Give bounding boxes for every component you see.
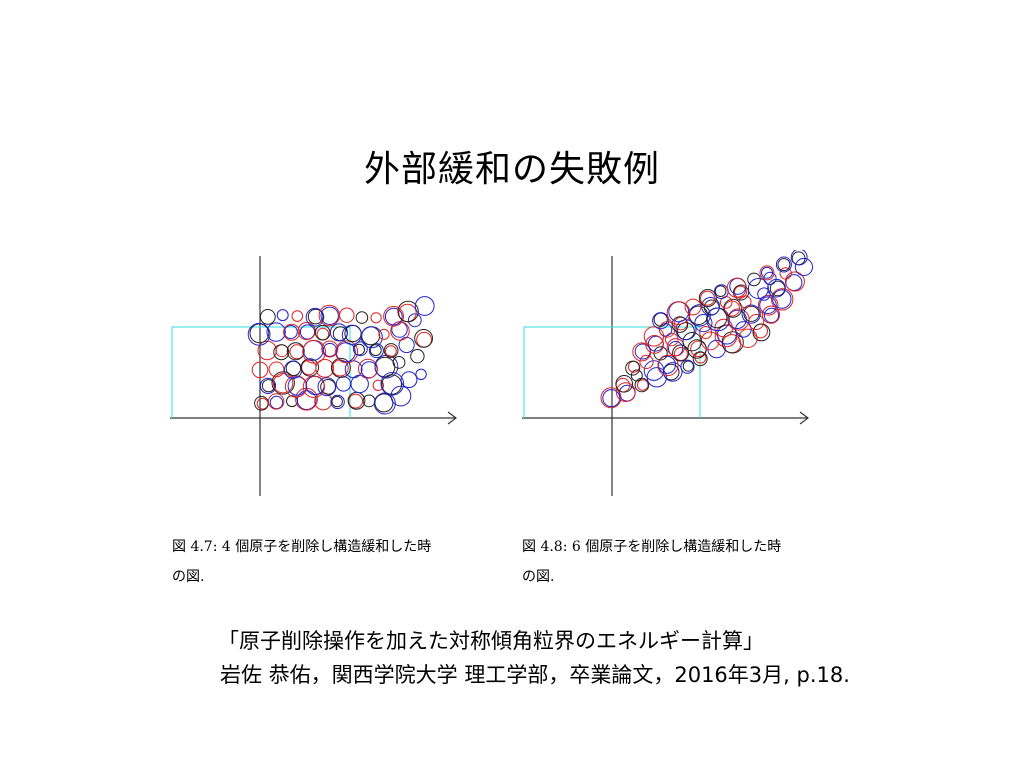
atom-circle [653,312,668,327]
atom-circle [291,310,304,322]
atom-circle [348,393,364,409]
figure-4-7 [165,250,465,500]
atom-circle-outer [383,305,405,327]
atom-circle [407,313,422,328]
atom-circle [374,393,394,413]
atom-circle [269,395,284,410]
atom-circle [714,285,727,297]
atom-circle [602,389,621,408]
atom-circle [331,395,343,408]
atom-circle [738,328,758,349]
atom-circle [370,312,382,324]
atom-circle [320,379,337,395]
atom-circle-outer [295,387,318,411]
atom-circle [400,371,418,389]
atom-circle [335,376,352,392]
caption-line-1: 図 4.8: 6 個原子を削除し構造緩和した時 [522,539,782,555]
citation: 「原子削除操作を加えた対称傾角粒界のエネルギー計算」 岩佐 恭佑，関西学院大学 … [218,624,850,692]
atom-circle [335,342,356,363]
atom-circle [378,328,390,340]
atom-circle-outer [373,392,396,415]
slide-title: 外部緩和の失敗例 [363,149,660,190]
atom-circle [301,359,317,376]
atom-circle [296,390,317,411]
atom-circle-outer [318,304,341,327]
atom-circle [637,379,649,391]
atom-circle [639,354,654,370]
atom-circle [385,345,397,357]
atom-structure-diagram-1 [170,256,457,496]
atom-circle [392,356,406,369]
caption-line-2: の図. [522,569,555,585]
atom-structure-diagram-2 [522,250,813,496]
citation-source: 岩佐 恭佑，関西学院大学 理工学部，卒業論文，2016年3月, p.18. [220,663,850,687]
atom-circle [777,258,791,272]
atom-circle [415,368,427,381]
figure-4-8-caption: 図 4.8: 6 個原子を削除し構造緩和した時 の図. [522,532,862,592]
atom-circle [268,361,285,378]
atom-circle [259,309,276,325]
atom-circle [355,311,369,324]
atom-circle-outer [771,288,794,311]
atom-circle [414,296,435,316]
citation-title: 「原子削除操作を加えた対称傾角粒界のエネルギー計算」 [218,629,764,653]
atom-circle [682,360,694,372]
reference-box [171,326,351,418]
atom-circle-outer [775,256,792,273]
atom-circle [339,307,355,323]
figure-4-8 [517,250,817,500]
atom-circle [276,309,289,322]
atom-circle-outer [666,301,691,325]
atom-circle [369,344,382,357]
atom-circle [410,349,425,364]
atom-circle-outer [625,360,641,376]
caption-line-1: 図 4.7: 4 個原子を削除し構造緩和した時 [172,539,432,555]
figure-4-7-caption: 図 4.7: 4 個原子を削除し構造緩和した時 の図. [172,532,512,592]
caption-line-2: の図. [172,569,205,585]
atom-circle [743,305,760,322]
